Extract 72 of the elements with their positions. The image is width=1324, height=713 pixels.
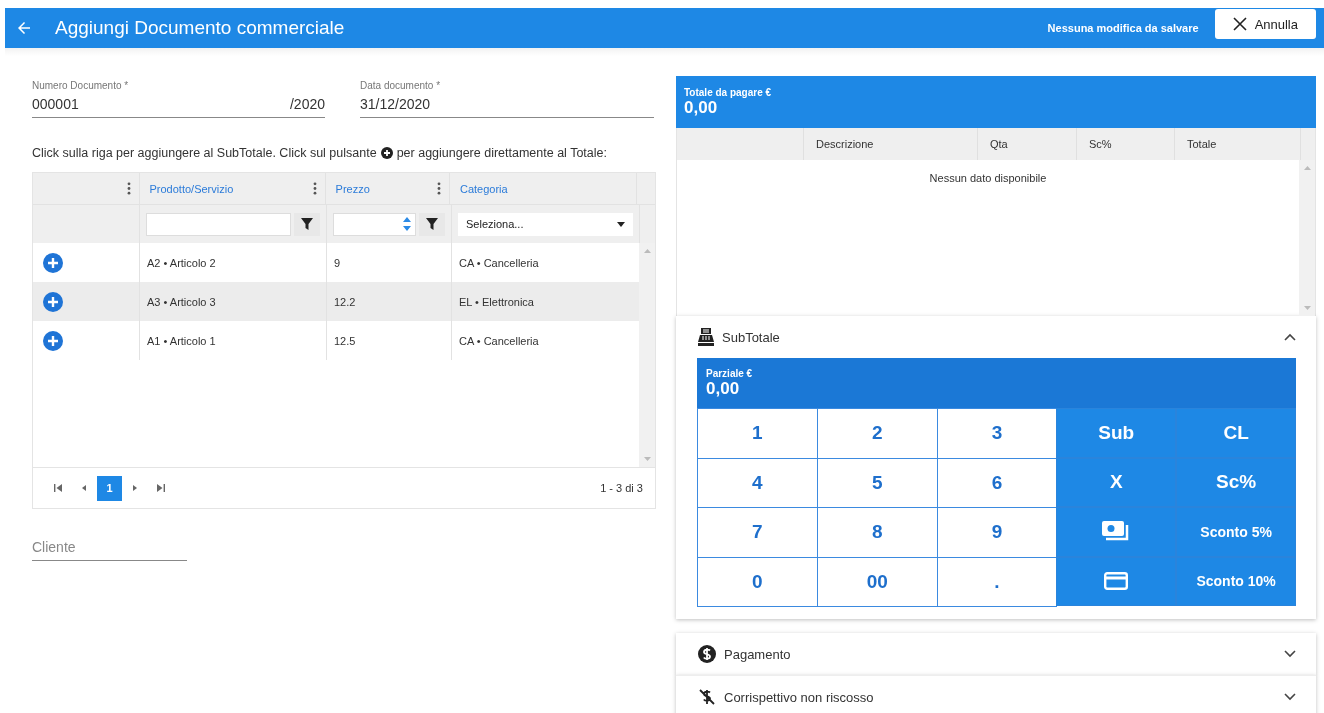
table-cell: EL • Elettronica xyxy=(459,295,534,308)
number-input[interactable] xyxy=(333,212,417,236)
column-header[interactable]: Prezzo xyxy=(335,182,370,195)
first-page-icon[interactable] xyxy=(53,483,63,493)
keypad-key[interactable]: CL xyxy=(1176,408,1296,458)
chevron-up-icon xyxy=(1284,333,1296,341)
partial-label: Parziale € xyxy=(706,367,754,379)
cash-icon xyxy=(1102,520,1131,543)
table-cell: CA • Cancelleria xyxy=(459,334,539,347)
dollar-icon xyxy=(698,645,716,663)
field-label: Numero Documento * xyxy=(32,80,130,91)
chevron-down-icon xyxy=(1284,693,1296,701)
plus-circle-icon xyxy=(380,147,393,159)
table-cell: A2 • Articolo 2 xyxy=(147,256,216,269)
page-button[interactable]: 1 xyxy=(97,475,122,501)
cash-register-icon xyxy=(698,328,714,346)
table-cell: A3 • Articolo 3 xyxy=(147,295,216,308)
table-row[interactable]: A3 • Articolo 3 12.2 EL • Elettronica xyxy=(33,282,639,321)
add-icon[interactable] xyxy=(43,330,63,351)
filter-icon[interactable] xyxy=(294,212,320,236)
empty-message: Nessun dato disponibile xyxy=(929,172,1047,186)
page-title: Aggiungi Documento commerciale xyxy=(55,17,345,39)
chevron-down-icon xyxy=(1284,650,1296,658)
instruction-text: per aggiungere direttamente al Totale: xyxy=(396,146,607,160)
more-icon[interactable] xyxy=(126,182,131,195)
keypad-key[interactable]: 0 xyxy=(697,556,818,607)
keypad-key[interactable] xyxy=(1056,507,1177,557)
filter-input[interactable] xyxy=(146,212,292,236)
spinner-icon[interactable] xyxy=(403,216,412,232)
credit-card-icon xyxy=(1104,572,1129,591)
total-value: 0,00 xyxy=(684,97,719,118)
field-label: Data documento * xyxy=(360,80,442,91)
partial-value: 0,00 xyxy=(706,378,741,399)
column-header[interactable]: Qta xyxy=(990,138,1008,150)
column-header[interactable]: Totale xyxy=(1187,138,1217,150)
more-icon[interactable] xyxy=(312,182,317,195)
instruction-text: Click sulla riga per aggiungere al SubTotale. Click sul pulsante xyxy=(32,146,377,160)
accordion-header[interactable]: SubTotale xyxy=(676,316,1316,358)
more-icon[interactable] xyxy=(436,182,441,195)
table-cell: CA • Cancelleria xyxy=(459,256,539,269)
last-page-icon[interactable] xyxy=(156,483,166,493)
cancel-button[interactable]: Annulla xyxy=(1214,9,1316,39)
page-range: 1 - 3 di 3 xyxy=(600,482,643,494)
add-icon[interactable] xyxy=(43,291,63,312)
table-row[interactable]: A1 • Articolo 1 12.5 CA • Cancelleria xyxy=(33,321,639,360)
table-cell: A1 • Articolo 1 xyxy=(147,334,216,347)
keypad-key[interactable]: Sub xyxy=(1056,408,1177,458)
save-status: Nessuna modifica da salvare xyxy=(1047,22,1199,34)
document-number-field[interactable]: 000001 /2020 xyxy=(32,91,325,118)
column-header[interactable]: Sc% xyxy=(1089,138,1112,150)
accordion-header[interactable]: Pagamento xyxy=(676,633,1316,675)
no-money-icon xyxy=(698,688,716,706)
caret-icon xyxy=(617,221,625,227)
add-icon[interactable] xyxy=(43,252,63,273)
keypad-key[interactable]: X xyxy=(1056,457,1177,507)
total-label: Totale da pagare € xyxy=(684,86,773,98)
accordion-header[interactable]: Corrispettivo non riscosso xyxy=(676,676,1316,713)
keypad-key[interactable]: Sc% xyxy=(1176,457,1296,507)
keypad-key[interactable]: 1 xyxy=(697,408,818,459)
filter-icon[interactable] xyxy=(419,212,445,236)
column-header[interactable]: Categoria xyxy=(459,182,508,195)
keypad-key[interactable]: Sconto 5% xyxy=(1176,507,1296,557)
close-icon xyxy=(1232,17,1247,31)
date-field[interactable]: 31/12/2020 xyxy=(360,91,654,118)
keypad-key[interactable]: Sconto 10% xyxy=(1176,556,1296,606)
table-cell: 12.2 xyxy=(334,295,356,308)
keypad-key[interactable] xyxy=(1056,556,1177,606)
column-header[interactable]: Descrizione xyxy=(816,138,874,150)
table-cell: 9 xyxy=(334,256,341,269)
category-select[interactable]: Seleziona... xyxy=(458,212,633,236)
column-header[interactable]: Prodotto/Servizio xyxy=(149,182,234,195)
table-cell: 12.5 xyxy=(334,334,356,347)
